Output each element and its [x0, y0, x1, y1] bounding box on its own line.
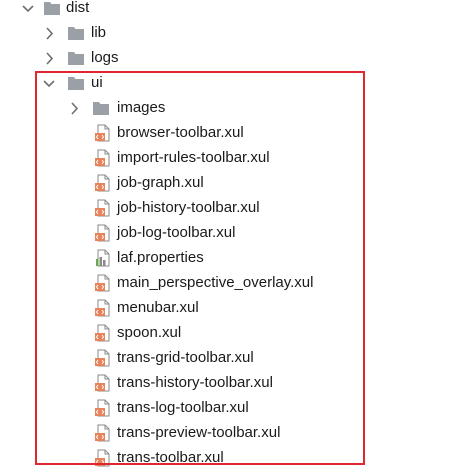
tree-node-label: import-rules-toolbar.xul — [117, 149, 270, 166]
tree-file-item[interactable]: trans-log-toolbar.xul — [0, 396, 461, 421]
tree-file-item[interactable]: job-graph.xul — [0, 171, 461, 196]
tree-node-label: job-history-toolbar.xul — [117, 199, 260, 216]
tree-file-item[interactable]: menubar.xul — [0, 296, 461, 321]
chevron-down-icon[interactable] — [41, 71, 57, 96]
xul-file-icon — [94, 174, 112, 192]
tree-node-label: trans-history-toolbar.xul — [117, 374, 273, 391]
chevron-down-icon[interactable] — [20, 0, 36, 21]
tree-node-label: job-log-toolbar.xul — [117, 224, 236, 241]
folder-icon — [67, 24, 85, 42]
tree-file-item[interactable]: trans-preview-toolbar.xul — [0, 421, 461, 446]
tree-node-label: ui — [91, 74, 103, 91]
xul-file-icon — [94, 449, 112, 467]
tree-file-item[interactable]: spoon.xul — [0, 321, 461, 346]
tree-node-label: main_perspective_overlay.xul — [117, 274, 314, 291]
xul-file-icon — [94, 199, 112, 217]
tree-file-item[interactable]: trans-grid-toolbar.xul — [0, 346, 461, 371]
tree-file-item[interactable]: job-log-toolbar.xul — [0, 221, 461, 246]
tree-file-item[interactable]: browser-toolbar.xul — [0, 121, 461, 146]
tree-node-label: trans-grid-toolbar.xul — [117, 349, 254, 366]
tree-node-label: dist — [66, 0, 90, 16]
tree-node-label: laf.properties — [117, 249, 204, 266]
chevron-right-icon[interactable] — [41, 46, 57, 71]
tree-node-images[interactable]: images — [0, 96, 461, 121]
tree-node-label: lib — [91, 24, 107, 41]
xul-file-icon — [94, 274, 112, 292]
tree-node-logs[interactable]: logs — [0, 46, 461, 71]
xul-file-icon — [94, 299, 112, 317]
folder-icon — [92, 99, 110, 117]
tree-node-label: spoon.xul — [117, 324, 182, 341]
folder-icon — [43, 0, 61, 17]
xul-file-icon — [94, 374, 112, 392]
tree-file-item[interactable]: job-history-toolbar.xul — [0, 196, 461, 221]
tree-node-lib[interactable]: lib — [0, 21, 461, 46]
tree-node-label: browser-toolbar.xul — [117, 124, 244, 141]
tree-node-label: trans-toolbar.xul — [117, 449, 224, 466]
chevron-right-icon[interactable] — [41, 21, 57, 46]
xul-file-icon — [94, 149, 112, 167]
tree-node-label: images — [117, 99, 166, 116]
tree-file-item[interactable]: trans-history-toolbar.xul — [0, 371, 461, 396]
tree-node-label: trans-log-toolbar.xul — [117, 399, 249, 416]
tree-file-item[interactable]: laf.properties — [0, 246, 461, 271]
properties-file-icon — [94, 249, 112, 267]
tree-node-label: trans-preview-toolbar.xul — [117, 424, 281, 441]
tree-node-ui[interactable]: ui — [0, 71, 461, 96]
xul-file-icon — [94, 349, 112, 367]
xul-file-icon — [94, 224, 112, 242]
chevron-right-icon[interactable] — [66, 96, 82, 121]
folder-icon — [67, 74, 85, 92]
tree-node-label: logs — [91, 49, 119, 66]
tree-file-item[interactable]: main_perspective_overlay.xul — [0, 271, 461, 296]
tree-node-label: menubar.xul — [117, 299, 199, 316]
xul-file-icon — [94, 424, 112, 442]
tree-node-label: job-graph.xul — [117, 174, 204, 191]
tree-node-dist[interactable]: dist — [0, 0, 461, 21]
tree-file-item[interactable]: trans-toolbar.xul — [0, 446, 461, 471]
xul-file-icon — [94, 399, 112, 417]
xul-file-icon — [94, 324, 112, 342]
tree-file-item[interactable]: import-rules-toolbar.xul — [0, 146, 461, 171]
xul-file-icon — [94, 124, 112, 142]
folder-icon — [67, 49, 85, 67]
